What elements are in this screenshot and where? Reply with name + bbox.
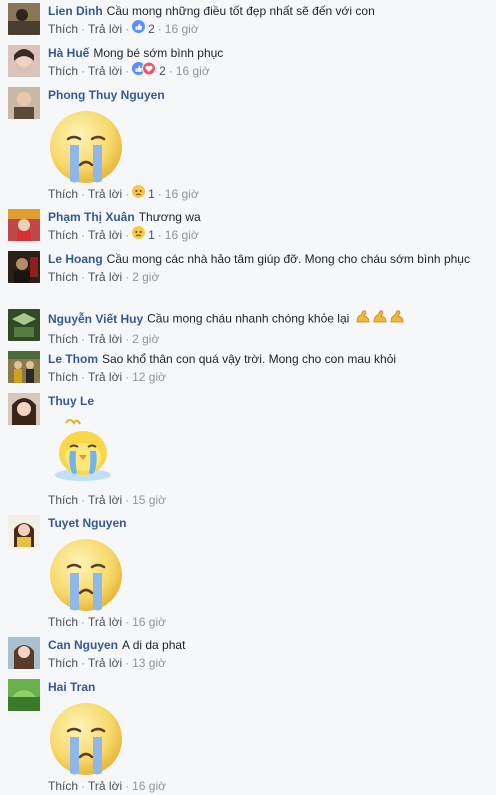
avatar[interactable] <box>8 515 40 547</box>
avatar[interactable] <box>8 393 40 425</box>
comment-text: Cầu mong cháu nhanh chóng khỏe lại <box>147 311 350 326</box>
comment-actions: Thích · Trả lời · 2 · 16 giờ <box>48 61 210 79</box>
reply-link[interactable]: Trả lời <box>88 64 122 78</box>
sad-reaction-icon[interactable] <box>132 226 146 243</box>
comment-actions: Thích · Trả lời · 16 giờ <box>48 615 166 629</box>
comment-text: A di da phat <box>122 638 186 652</box>
comment-author[interactable]: Lien Dinh <box>48 4 103 18</box>
comment-time[interactable]: 2 giờ <box>132 270 159 284</box>
comment-text: Cầu mong những điều tốt đẹp nhất sẽ đến … <box>106 4 375 18</box>
comment-text: Cầu mong các nhà hảo tâm giúp đỡ. Mong c… <box>106 252 470 266</box>
comment-author[interactable]: Can Nguyen <box>48 638 118 652</box>
comment-author[interactable]: Hà Huế <box>48 46 89 60</box>
reply-link[interactable]: Trả lời <box>88 270 122 284</box>
comment-actions: Thích · Trả lời · 13 giờ <box>48 656 166 670</box>
reply-link[interactable]: Trả lời <box>88 615 122 629</box>
comment-actions: Thích · Trả lời · 1 · 16 giờ <box>48 226 199 243</box>
reaction-count[interactable]: 1 <box>148 187 155 201</box>
comment-time[interactable]: 16 giờ <box>132 615 166 629</box>
comment-actions: Thích · Trả lời · 1 · 16 giờ <box>48 185 199 202</box>
like-link[interactable]: Thích <box>48 228 78 242</box>
comment-author[interactable]: Phạm Thị Xuân <box>48 210 135 224</box>
like-reaction-icon[interactable] <box>132 20 146 37</box>
comment-time[interactable]: 16 giờ <box>165 228 199 242</box>
reply-link[interactable]: Trả lời <box>88 187 122 201</box>
comment-actions: Thích · Trả lời · 15 giờ <box>48 493 166 507</box>
crying-face-sticker <box>48 537 124 613</box>
like-link[interactable]: Thích <box>48 22 78 36</box>
avatar[interactable] <box>8 251 40 283</box>
like-love-reaction-icon[interactable] <box>132 61 157 79</box>
reply-link[interactable]: Trả lời <box>88 22 122 36</box>
reply-link[interactable]: Trả lời <box>88 493 122 507</box>
comment-actions: Thích · Trả lời · 12 giờ <box>48 370 166 384</box>
comment-author[interactable]: Nguyễn Viết Huy <box>48 312 143 326</box>
comment-time[interactable]: 16 giờ <box>132 779 166 793</box>
comment-actions: Thích · Trả lời · 2 giờ <box>48 332 160 346</box>
comment-text: Sao khổ thân con quá vậy trời. Mong cho … <box>102 352 397 366</box>
comment-author[interactable]: Tuyet Nguyen <box>48 516 126 530</box>
comment-actions: Thích · Trả lời · 16 giờ <box>48 779 166 793</box>
avatar[interactable] <box>8 45 40 77</box>
like-link[interactable]: Thích <box>48 270 78 284</box>
like-link[interactable]: Thích <box>48 64 78 78</box>
reply-link[interactable]: Trả lời <box>88 228 122 242</box>
reply-link[interactable]: Trả lời <box>88 779 122 793</box>
reply-link[interactable]: Trả lời <box>88 332 122 346</box>
crying-chick-sticker <box>48 415 118 485</box>
like-link[interactable]: Thích <box>48 615 78 629</box>
comment-time[interactable]: 16 giờ <box>176 64 210 78</box>
crying-face-sticker <box>48 109 124 185</box>
comment-time[interactable]: 12 giờ <box>132 370 166 384</box>
comment-author[interactable]: Le Thom <box>48 352 98 366</box>
crying-face-sticker <box>48 701 124 777</box>
reply-link[interactable]: Trả lời <box>88 656 122 670</box>
avatar[interactable] <box>8 209 40 241</box>
like-link[interactable]: Thích <box>48 370 78 384</box>
comment-time[interactable]: 16 giờ <box>165 22 199 36</box>
avatar[interactable] <box>8 351 40 383</box>
reaction-count[interactable]: 2 <box>148 22 155 36</box>
comment-text: Thương wa <box>138 210 201 224</box>
like-link[interactable]: Thích <box>48 779 78 793</box>
reaction-count[interactable]: 2 <box>159 64 166 78</box>
avatar[interactable] <box>8 679 40 711</box>
sad-reaction-icon[interactable] <box>132 185 146 202</box>
like-link[interactable]: Thích <box>48 656 78 670</box>
comment-time[interactable]: 15 giờ <box>132 493 166 507</box>
avatar[interactable] <box>8 87 40 119</box>
comment-author[interactable]: Le Hoang <box>48 252 103 266</box>
avatar[interactable] <box>8 3 40 35</box>
like-link[interactable]: Thích <box>48 187 78 201</box>
comment-time[interactable]: 16 giờ <box>165 187 199 201</box>
like-link[interactable]: Thích <box>48 493 78 507</box>
reaction-count[interactable]: 1 <box>148 228 155 242</box>
reply-link[interactable]: Trả lời <box>88 370 122 384</box>
comment-text: Mong bé sớm bình phục <box>93 46 224 60</box>
like-link[interactable]: Thích <box>48 332 78 346</box>
comment-actions: Thích · Trả lời · 2 giờ <box>48 270 160 284</box>
comment-author[interactable]: Hai Tran <box>48 680 95 694</box>
avatar[interactable] <box>8 637 40 669</box>
comment-time[interactable]: 2 giờ <box>132 332 159 346</box>
comment-author[interactable]: Phong Thuy Nguyen <box>48 88 165 102</box>
comment-author[interactable]: Thuy Le <box>48 394 94 408</box>
comment-thread: Lien Dinh Cầu mong những điều tốt đẹp nhấ… <box>0 0 496 795</box>
flexed-biceps-icon <box>355 309 407 330</box>
avatar[interactable] <box>8 309 40 341</box>
comment-actions: Thích · Trả lời · 2 · 16 giờ <box>48 20 199 37</box>
comment-time[interactable]: 13 giờ <box>132 656 166 670</box>
